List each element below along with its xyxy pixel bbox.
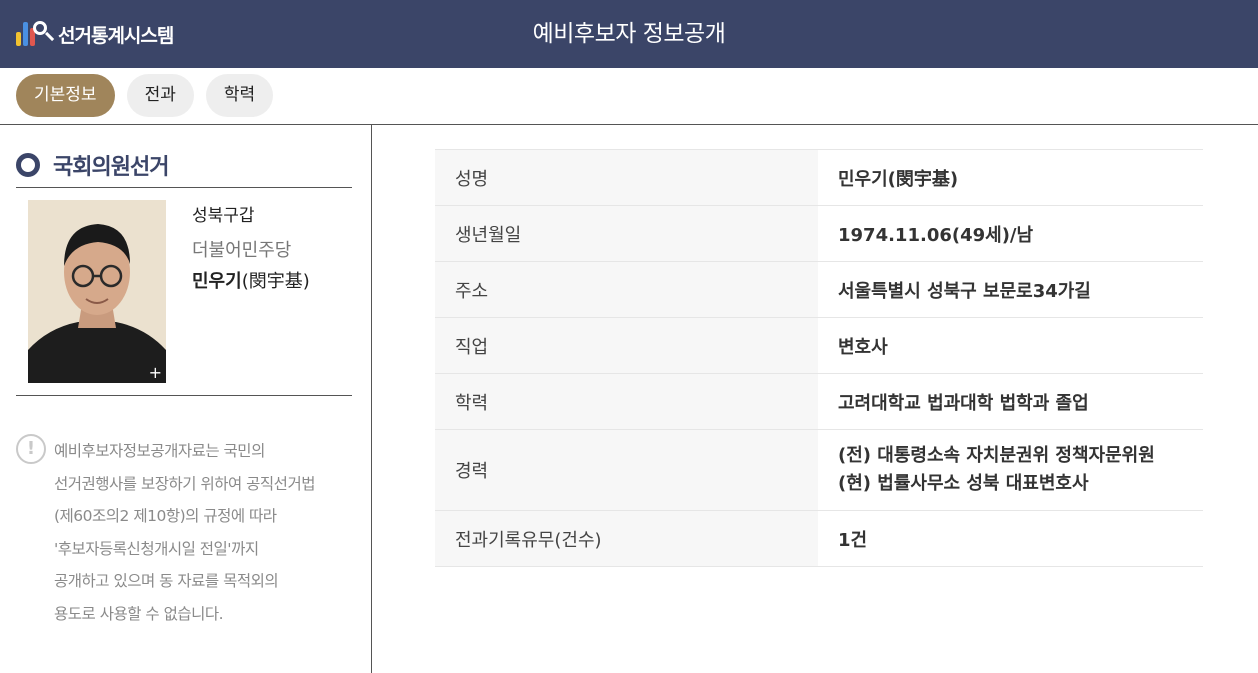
candidate-name-korean: 민우기: [192, 271, 242, 292]
page-title: 예비후보자 정보공개: [532, 21, 726, 47]
party-name: 더불어민주당: [192, 240, 292, 261]
row-value: 고려대학교 법과대학 법학과 졸업: [838, 392, 1089, 414]
district-name: 성북구갑: [192, 206, 255, 226]
header-bar: 선거통계시스템 예비후보자 정보공개: [0, 0, 1258, 68]
row-value: 1974.11.06(49세)/남: [838, 224, 1034, 246]
row-label: 전과기록유무(건수): [435, 510, 818, 567]
table-row: 학력 고려대학교 법과대학 법학과 졸업: [435, 373, 1203, 430]
row-label: 경력: [435, 429, 818, 511]
candidate-info-table: 성명 민우기(閔宇基) 생년월일 1974.11.06(49세)/남 주소 서울…: [435, 149, 1203, 567]
circle-bullet-icon: [16, 153, 40, 177]
career-line: (전) 대통령소속 자치분권위 정책자문위원: [838, 445, 1155, 466]
row-label: 주소: [435, 261, 818, 318]
logo-chart-magnifier-icon: [14, 18, 55, 50]
row-label: 직업: [435, 317, 818, 374]
exclamation-icon: !: [16, 434, 46, 464]
table-row: 경력 (전) 대통령소속 자치분권위 정책자문위원 (현) 법률사무소 성북 대…: [435, 429, 1203, 511]
row-label: 성명: [435, 149, 818, 206]
tab-education[interactable]: 학력: [205, 74, 274, 117]
disclosure-notice: 예비후보자정보공개자료는 국민의 선거권행사를 보장하기 위하여 공직선거법 (…: [54, 442, 315, 623]
election-title: 국회의원선거: [53, 155, 169, 180]
row-label: 학력: [435, 373, 818, 430]
row-label: 생년월일: [435, 205, 818, 262]
divider: [16, 187, 352, 188]
row-value: 민우기(閔宇基): [838, 168, 959, 190]
table-row: 주소 서울특별시 성북구 보문로34가길: [435, 261, 1203, 318]
logo[interactable]: 선거통계시스템: [14, 18, 174, 50]
tab-criminal-record[interactable]: 전과: [126, 74, 194, 117]
career-line: (현) 법률사무소 성북 대표변호사: [838, 473, 1089, 494]
candidate-sidebar: 국회의원선거 + 성북구갑 더불어민주당 민우기(閔宇基) ! 예비후보자정보공…: [0, 125, 372, 673]
election-heading: 국회의원선거: [16, 149, 169, 181]
candidate-name: 민우기(閔宇基): [192, 267, 310, 293]
expand-photo-icon[interactable]: +: [149, 365, 162, 381]
candidate-portrait-image: [28, 200, 166, 383]
row-value: 변호사: [838, 336, 888, 358]
row-value: (전) 대통령소속 자치분권위 정책자문위원 (현) 법률사무소 성북 대표변호…: [818, 430, 1203, 511]
tab-basic-info[interactable]: 기본정보: [16, 74, 115, 117]
table-row: 직업 변호사: [435, 317, 1203, 374]
candidate-photo[interactable]: +: [28, 200, 166, 383]
tab-bar: 기본정보 전과 학력: [16, 74, 274, 117]
logo-text: 선거통계시스템: [58, 24, 174, 47]
table-row: 생년월일 1974.11.06(49세)/남: [435, 205, 1203, 262]
row-value: 서울특별시 성북구 보문로34가길: [838, 280, 1091, 302]
row-value: 1건: [838, 529, 868, 551]
candidate-name-hanja: (閔宇基): [241, 271, 310, 292]
table-row: 성명 민우기(閔宇基): [435, 149, 1203, 206]
table-row: 전과기록유무(건수) 1건: [435, 510, 1203, 567]
divider: [16, 395, 352, 396]
